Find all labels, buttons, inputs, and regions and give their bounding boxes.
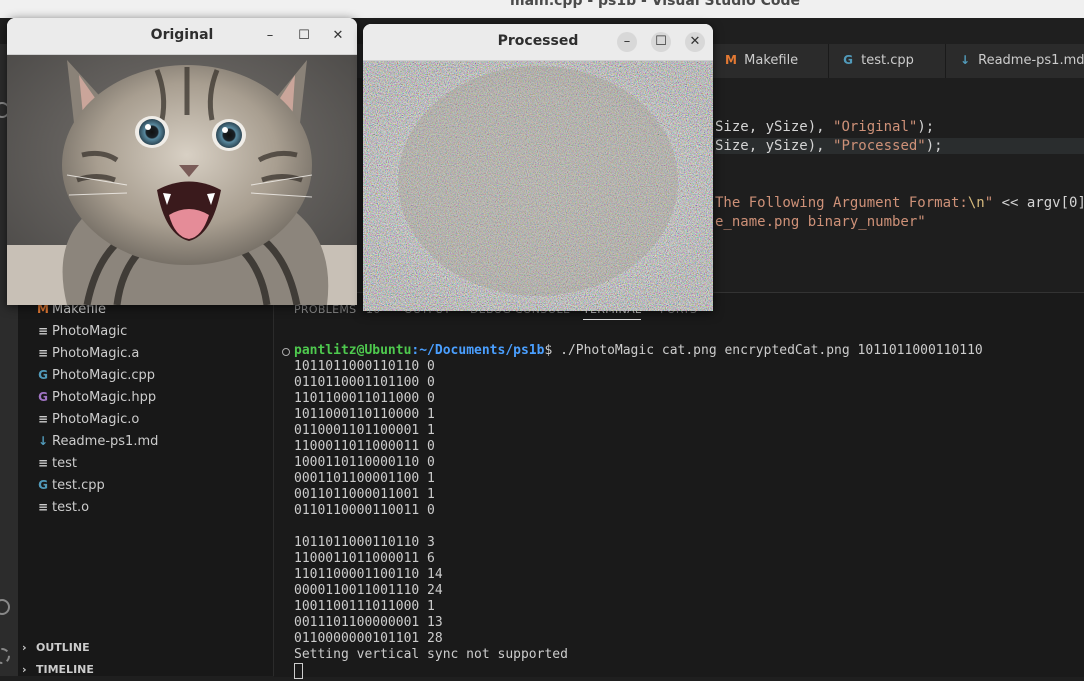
- terminal-line: 1001100111011000 1: [294, 599, 435, 614]
- terminal-line: 0110000000101101 28: [294, 631, 443, 646]
- file-item[interactable]: ≡ PhotoMagic: [34, 320, 127, 342]
- code-line: The Following Argument Format:\n" << arg…: [715, 195, 1084, 211]
- terminal-cursor-line: [294, 663, 983, 680]
- terminal-line: 1100011011000011 0: [294, 439, 435, 454]
- makefile-icon: M: [725, 53, 737, 67]
- terminal-line: 1011000110110000 1: [294, 407, 435, 422]
- encrypted-noise-image: [363, 61, 713, 311]
- file-item[interactable]: ≡ test: [34, 452, 77, 474]
- vscode-title: main.cpp - ps1b - Visual Studio Code: [510, 0, 800, 9]
- file-item[interactable]: ↓ Readme-ps1.md: [34, 430, 158, 452]
- terminal-line: 0000110011001110 24: [294, 583, 443, 598]
- terminal-cursor: [294, 663, 303, 679]
- terminal-output[interactable]: pantlitz@Ubuntu:~/Documents/ps1b$ ./Phot…: [294, 343, 983, 680]
- tab-readme[interactable]: ↓ Readme-ps1.md: [946, 44, 1084, 78]
- terminal-line: 0011011000011001 1: [294, 487, 435, 502]
- hpp-file-icon: G: [38, 390, 48, 404]
- text-file-icon: ≡: [37, 500, 49, 514]
- maximize-button[interactable]: ☐: [294, 26, 314, 46]
- tab-label: test.cpp: [861, 53, 914, 68]
- minimize-button[interactable]: –: [617, 32, 637, 52]
- code-line: Size, ySize), "Original");: [715, 119, 935, 135]
- minimize-button[interactable]: –: [260, 26, 280, 46]
- cpp-file-icon: G: [38, 478, 48, 492]
- tab-label: Readme-ps1.md: [978, 53, 1084, 68]
- original-window[interactable]: Original – ☐ ✕: [7, 18, 357, 305]
- explorer-sidebar: M Makefile ≡ PhotoMagic ≡ PhotoMagic.a G Pho…: [18, 292, 274, 676]
- terminal-command: $ ./PhotoMagic cat.png encryptedCat.png …: [544, 343, 983, 358]
- chevron-right-icon: ›: [22, 641, 27, 654]
- file-item[interactable]: ≡ PhotoMagic.a: [34, 342, 139, 364]
- file-item[interactable]: G PhotoMagic.hpp: [34, 386, 156, 408]
- outline-section[interactable]: › OUTLINE: [22, 637, 90, 659]
- account-icon[interactable]: [0, 599, 10, 615]
- processed-window[interactable]: Processed – ☐ ✕: [363, 24, 713, 311]
- terminal-line: 0001101100001100 1: [294, 471, 435, 486]
- timeline-section[interactable]: › TIMELINE: [22, 659, 94, 681]
- close-button[interactable]: ✕: [685, 32, 705, 52]
- cpp-file-icon: G: [38, 368, 48, 382]
- text-file-icon: ≡: [37, 346, 49, 360]
- text-file-icon: ≡: [37, 412, 49, 426]
- command-decoration-icon: [282, 348, 290, 356]
- tab-makefile[interactable]: M Makefile: [712, 44, 829, 78]
- terminal-line: 0011101100000001 13: [294, 615, 443, 630]
- vscode-title-bar: main.cpp - ps1b - Visual Studio Code: [0, 0, 1084, 18]
- terminal-line: 1101100011011000 0: [294, 391, 435, 406]
- maximize-button[interactable]: ☐: [651, 32, 671, 52]
- terminal-line: Setting vertical sync not supported: [294, 647, 568, 662]
- close-button[interactable]: ✕: [328, 26, 348, 46]
- bottom-panel: PROBLEMS 10 OUTPUT DEBUG CONSOLE TERMINA…: [274, 292, 1084, 680]
- terminal-line: 0110110001101100 0: [294, 375, 435, 390]
- cpp-file-icon: G: [843, 53, 853, 67]
- text-file-icon: ≡: [37, 324, 49, 338]
- terminal-line: 1011011000110110 0: [294, 359, 435, 374]
- prompt-path: :~/Documents/ps1b: [411, 343, 545, 358]
- gear-icon[interactable]: [0, 648, 10, 664]
- markdown-icon: ↓: [37, 434, 49, 448]
- prompt-user: pantlitz@Ubuntu: [294, 343, 412, 358]
- text-file-icon: ≡: [37, 456, 49, 470]
- terminal-line: 0110110000110011 0: [294, 503, 435, 518]
- kitten-image: [7, 55, 357, 305]
- terminal-line: 1011011000110110 3: [294, 535, 435, 550]
- terminal-line: 0110001101100001 1: [294, 423, 435, 438]
- file-item[interactable]: G PhotoMagic.cpp: [34, 364, 155, 386]
- file-item[interactable]: ≡ PhotoMagic.o: [34, 408, 139, 430]
- terminal-prompt-line: pantlitz@Ubuntu:~/Documents/ps1b$ ./Phot…: [294, 343, 983, 359]
- code-line-current: Size, ySize), "Processed");: [715, 138, 1084, 154]
- terminal-line: 1000110110000110 0: [294, 455, 435, 470]
- file-item[interactable]: ≡ test.o: [34, 496, 89, 518]
- tab-test-cpp[interactable]: G test.cpp: [829, 44, 946, 78]
- tab-label: Makefile: [744, 53, 799, 68]
- file-item[interactable]: Gtest.cpp: [34, 474, 105, 496]
- window-title-bar[interactable]: Processed – ☐ ✕: [363, 24, 713, 61]
- code-line: e_name.png binary_number": [715, 214, 926, 230]
- terminal-line: 1101100001100110 14: [294, 567, 443, 582]
- terminal-line: 1100011011000011 6: [294, 551, 435, 566]
- chevron-right-icon: ›: [22, 663, 27, 676]
- markdown-icon: ↓: [959, 53, 971, 67]
- window-title-bar[interactable]: Original – ☐ ✕: [7, 18, 357, 55]
